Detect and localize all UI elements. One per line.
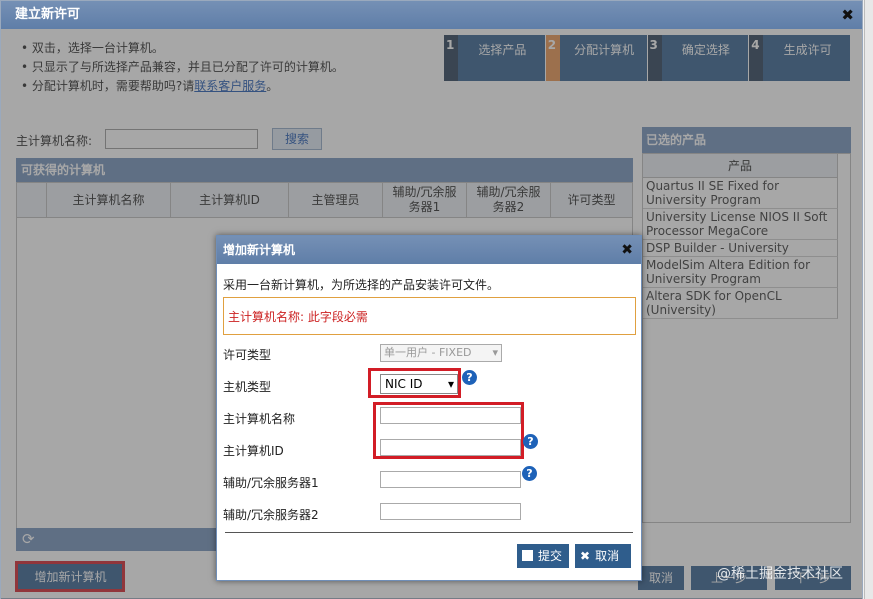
save-icon bbox=[522, 550, 533, 561]
window-titlebar: 建立新许可 ✖ bbox=[1, 1, 862, 29]
submit-button[interactable]: 提交 bbox=[517, 544, 569, 568]
highlight-box bbox=[373, 402, 524, 459]
window-title: 建立新许可 bbox=[15, 7, 81, 22]
cancel-label: 取消 bbox=[595, 549, 620, 563]
dialog-divider bbox=[225, 532, 633, 533]
submit-label: 提交 bbox=[538, 549, 563, 563]
dialog-title: 增加新计算机 bbox=[223, 243, 296, 257]
host-id-label: 主计算机ID bbox=[223, 444, 284, 458]
license-type-select: 单一用户 - FIXED ▾ bbox=[380, 344, 502, 362]
server2-label: 辅助/冗余服务器2 bbox=[223, 508, 319, 522]
chevron-down-icon: ▾ bbox=[492, 346, 498, 359]
server1-label: 辅助/冗余服务器1 bbox=[223, 476, 319, 490]
license-window: 建立新许可 ✖ • 双击，选择一台计算机。 • 只显示了与所选择产品兼容，并且已… bbox=[0, 0, 863, 599]
dialog-cancel-button[interactable]: ✖ 取消 bbox=[575, 544, 631, 568]
highlight-box bbox=[368, 368, 461, 398]
watermark: @稀土掘金技术社区 bbox=[717, 566, 843, 582]
host-type-label: 主机类型 bbox=[223, 380, 272, 394]
error-message: 主计算机名称: 此字段必需 bbox=[223, 297, 636, 335]
scrollbar[interactable] bbox=[864, 0, 873, 599]
add-computer-dialog: 增加新计算机 ✖ 采用一台新计算机，为所选择的产品安装许可文件。 主计算机名称:… bbox=[216, 235, 642, 581]
help-icon[interactable]: ? bbox=[462, 370, 477, 385]
license-type-value: 单一用户 - FIXED bbox=[384, 346, 472, 359]
help-icon[interactable]: ? bbox=[522, 466, 537, 481]
server2-input[interactable] bbox=[380, 503, 521, 520]
close-icon: ✖ bbox=[580, 549, 591, 563]
server1-input[interactable] bbox=[380, 471, 521, 488]
dialog-titlebar: 增加新计算机 ✖ bbox=[217, 236, 641, 264]
host-name-label: 主计算机名称 bbox=[223, 412, 296, 426]
license-type-label: 许可类型 bbox=[223, 348, 272, 362]
dialog-description: 采用一台新计算机，为所选择的产品安装许可文件。 bbox=[223, 278, 500, 292]
dialog-close-icon[interactable]: ✖ bbox=[621, 236, 633, 264]
close-icon[interactable]: ✖ bbox=[841, 1, 854, 29]
help-icon[interactable]: ? bbox=[523, 434, 538, 449]
